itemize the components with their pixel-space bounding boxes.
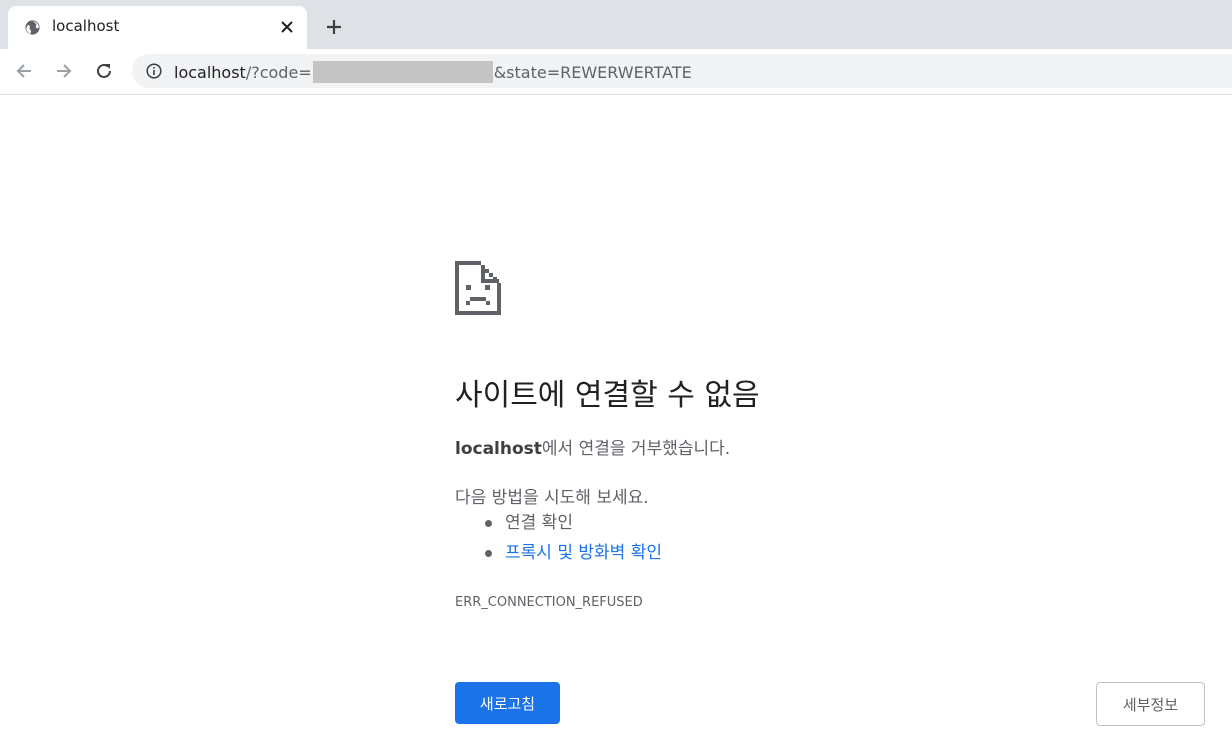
back-arrow-icon[interactable] [13,60,35,82]
url-path-suffix: &state=REWERWERTATE [493,62,692,82]
active-tab[interactable]: localhost [8,6,307,49]
redacted-block [312,61,493,83]
tab-strip: localhost [0,0,1232,49]
url-path-prefix: /?code= [245,62,312,82]
summary-host: localhost [455,439,542,459]
reload-button[interactable]: 새로고침 [455,682,560,724]
sad-document-icon [455,261,501,315]
globe-icon [25,20,40,35]
summary-text: 에서 연결을 거부했습니다. [541,439,731,459]
proxy-firewall-link[interactable]: 프록시 및 방화벽 확인 [505,543,662,563]
suggestions-list: 연결 확인 프록시 및 방화벽 확인 [455,511,662,571]
error-page: 사이트에 연결할 수 없음 localhost에서 연결을 거부했습니다. 다음… [0,95,1232,740]
suggestion-check-connection: 연결 확인 [505,513,573,533]
close-icon[interactable] [280,20,294,34]
details-button[interactable]: 세부정보 [1096,682,1205,726]
url-text: localhost /?code= &state=REWERWERTATE [174,61,692,83]
error-summary: localhost에서 연결을 거부했습니다. [455,434,730,459]
forward-arrow-icon[interactable] [53,60,75,82]
browser-toolbar: localhost /?code= &state=REWERWERTATE [0,49,1232,95]
bullet [485,550,492,557]
error-code: ERR_CONNECTION_REFUSED [455,595,643,610]
new-tab-plus-icon[interactable] [325,18,343,36]
reload-icon[interactable] [93,60,115,82]
list-item: 연결 확인 [455,511,662,541]
info-icon[interactable] [146,63,162,79]
suggestions-intro: 다음 방법을 시도해 보세요. [455,488,649,508]
page-title: 사이트에 연결할 수 없음 [455,378,760,413]
list-item: 프록시 및 방화벽 확인 [455,541,662,571]
bullet [485,520,492,527]
address-bar[interactable]: localhost /?code= &state=REWERWERTATE [132,54,1232,88]
url-host: localhost [174,62,246,82]
tab-title: localhost [52,17,120,35]
